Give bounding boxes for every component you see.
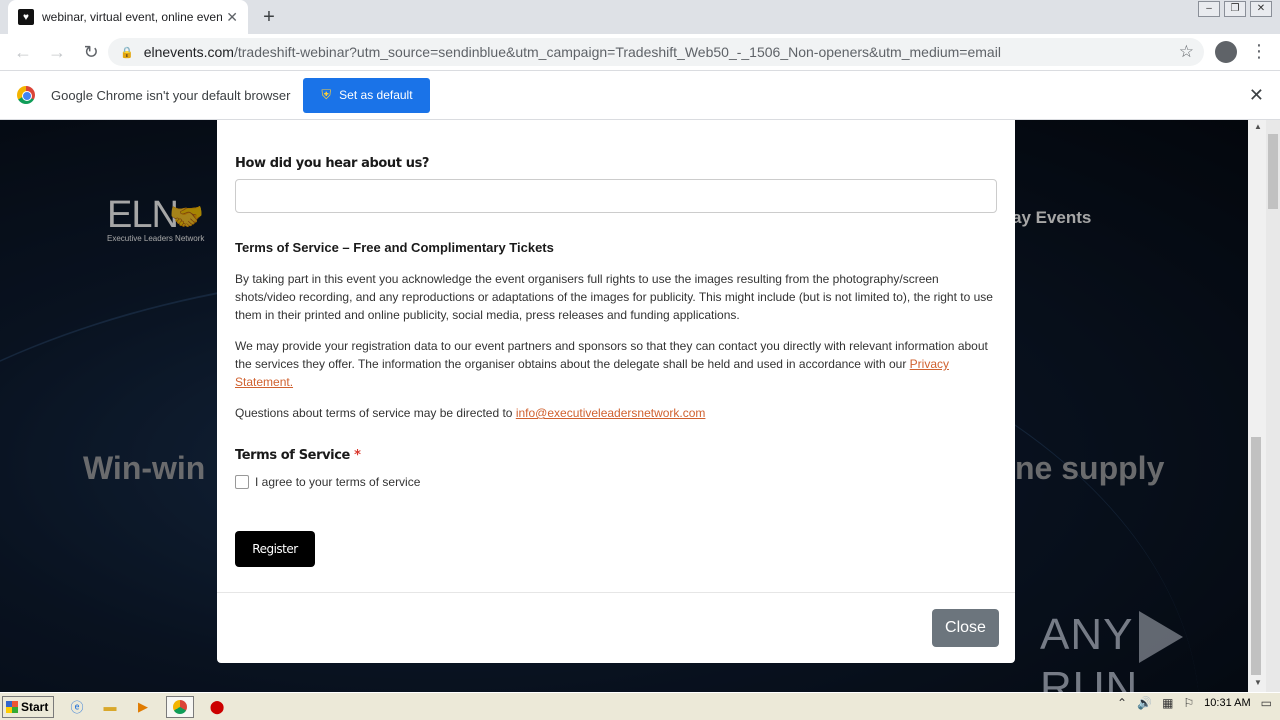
play-triangle-icon	[1139, 611, 1184, 664]
antivirus-icon[interactable]: ⬤	[207, 697, 227, 717]
set-as-default-label: Set as default	[339, 88, 413, 102]
watermark-text-right: RUN	[1040, 663, 1139, 692]
volume-icon[interactable]: 🔊	[1137, 696, 1152, 710]
tos-paragraph-data-text: We may provide your registration data to…	[235, 339, 988, 371]
tos-field-label: Terms of Service *	[235, 448, 361, 463]
url-text: elnevents.com/tradeshift-webinar?utm_sou…	[144, 44, 1001, 60]
tray-expand-icon[interactable]: ⌃	[1117, 696, 1127, 710]
minimize-icon[interactable]: –	[1198, 1, 1220, 17]
tos-questions-text: Questions about terms of service may be …	[235, 406, 516, 420]
explorer-folder-icon[interactable]: ▬	[100, 697, 120, 717]
tos-heading: Terms of Service – Free and Complimentar…	[235, 240, 554, 255]
modal-scrollbar[interactable]	[1266, 120, 1280, 692]
ie-icon[interactable]: ⓔ	[67, 697, 87, 717]
registration-modal: How did you hear about us? Terms of Serv…	[217, 120, 1015, 663]
scroll-down-arrow-icon[interactable]: ▼	[1252, 678, 1264, 690]
tos-field-label-text: Terms of Service	[235, 448, 350, 463]
windows-taskbar: Start ⓔ ▬ ▶ ⬤ ⌃ 🔊 ▦ ⚐ 10:31 AM ▭	[0, 692, 1280, 720]
address-bar[interactable]: 🔒 elnevents.com/tradeshift-webinar?utm_s…	[108, 38, 1204, 66]
set-as-default-button[interactable]: ⛨ Set as default	[303, 77, 431, 113]
flag-icon[interactable]: ⚐	[1183, 696, 1194, 710]
back-icon[interactable]: ←	[12, 41, 34, 63]
agree-checkbox-row[interactable]: I agree to your terms of service	[235, 475, 420, 489]
register-button[interactable]: Register	[235, 531, 315, 567]
forward-icon[interactable]: →	[46, 41, 68, 63]
site-favicon-icon: ♥	[18, 9, 34, 25]
show-desktop-icon[interactable]: ▭	[1261, 696, 1272, 710]
browser-tab[interactable]: ♥ webinar, virtual event, online event, …	[8, 0, 248, 34]
window-controls: – ❐ ✕	[1198, 1, 1272, 17]
hear-about-input[interactable]	[235, 179, 997, 213]
start-label: Start	[21, 699, 49, 714]
clock[interactable]: 10:31 AM	[1204, 697, 1250, 709]
restore-icon[interactable]: ❐	[1224, 1, 1246, 17]
close-button[interactable]: Close	[932, 609, 999, 647]
chrome-logo-icon	[17, 86, 35, 104]
email-link[interactable]: info@executiveleadersnetwork.com	[516, 406, 706, 420]
profile-avatar-icon[interactable]	[1215, 41, 1237, 63]
window-close-icon[interactable]: ✕	[1250, 1, 1272, 17]
menu-dots-icon[interactable]: ⋮	[1250, 41, 1268, 63]
windows-flag-icon	[6, 700, 18, 713]
tos-paragraph-data: We may provide your registration data to…	[235, 337, 995, 391]
watermark-text-left: ANY	[1040, 610, 1134, 659]
shield-icon: ⛨	[321, 87, 332, 102]
bookmark-star-icon[interactable]: ☆	[1179, 42, 1194, 62]
agree-checkbox[interactable]	[235, 475, 249, 489]
lock-icon[interactable]: 🔒	[120, 46, 134, 59]
start-button[interactable]: Start	[2, 695, 54, 718]
modal-scroll-thumb[interactable]	[1268, 134, 1278, 209]
url-path: /tradeshift-webinar?utm_source=sendinblu…	[233, 44, 1001, 60]
tab-strip: ♥ webinar, virtual event, online event, …	[0, 0, 1280, 34]
reload-icon[interactable]: ↻	[80, 41, 102, 63]
page-viewport: ELN 🤝 Executive Leaders Network ay Event…	[0, 120, 1248, 692]
browser-toolbar: ← → ↻ 🔒 elnevents.com/tradeshift-webinar…	[0, 34, 1280, 70]
tab-close-icon[interactable]: ✕	[226, 9, 238, 26]
hear-about-label: How did you hear about us?	[235, 156, 430, 171]
url-host: elnevents.com	[143, 44, 234, 60]
required-asterisk: *	[354, 448, 361, 463]
network-icon[interactable]: ▦	[1162, 696, 1173, 710]
scroll-up-arrow-icon[interactable]: ▲	[1252, 122, 1264, 134]
anyrun-watermark: ANY RUN	[1040, 610, 1248, 692]
page-scroll-thumb[interactable]	[1251, 437, 1261, 675]
system-tray: ⌃ 🔊 ▦ ⚐ 10:31 AM ▭	[1117, 696, 1272, 710]
media-player-icon[interactable]: ▶	[133, 697, 153, 717]
infobar-message: Google Chrome isn't your default browser	[51, 87, 291, 103]
infobar-close-icon[interactable]: ✕	[1249, 85, 1264, 106]
tab-title: webinar, virtual event, online event,	[42, 10, 222, 24]
agree-checkbox-label[interactable]: I agree to your terms of service	[255, 475, 420, 489]
new-tab-icon[interactable]: +	[258, 6, 280, 28]
modal-footer-divider	[217, 592, 1015, 593]
default-browser-infobar: Google Chrome isn't your default browser…	[0, 70, 1280, 120]
tos-paragraph-images: By taking part in this event you acknowl…	[235, 272, 993, 322]
tos-paragraph-questions: Questions about terms of service may be …	[235, 404, 995, 422]
chrome-taskbar-icon[interactable]	[166, 695, 194, 718]
